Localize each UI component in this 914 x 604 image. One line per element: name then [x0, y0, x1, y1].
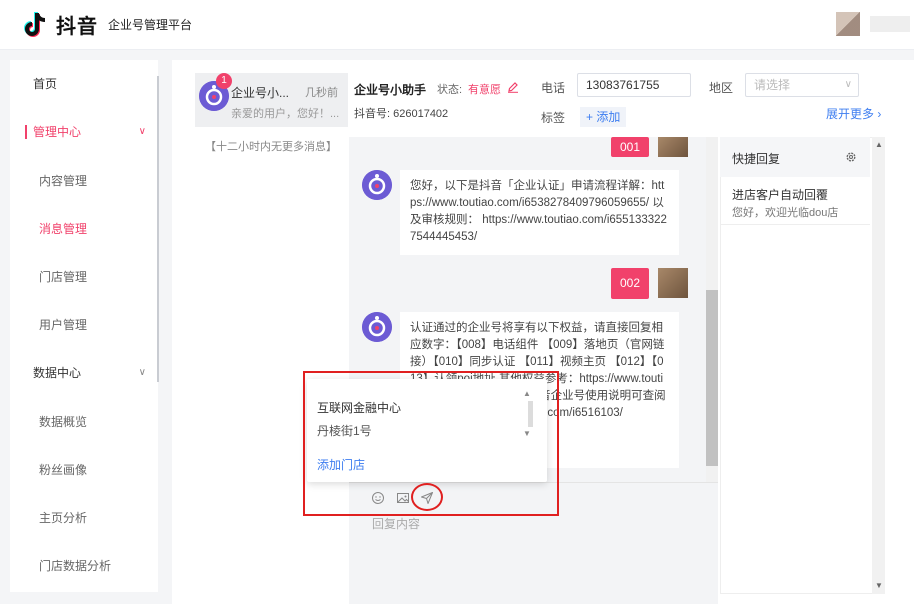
chat-scrollbar-thumb[interactable]: [706, 290, 718, 466]
scroll-down-icon[interactable]: ▼: [875, 581, 883, 590]
bot-avatar-icon: [362, 170, 392, 200]
chevron-down-icon: ∨: [138, 367, 146, 378]
no-more-messages: 【十二小时内无更多消息】: [205, 141, 337, 153]
annotation-highlight-circle: [411, 483, 443, 511]
sidebar-item-home[interactable]: 首页: [10, 72, 158, 96]
sidebar-item-label: 内容管理: [39, 174, 88, 188]
quick-reply-item-title[interactable]: 进店客户自动回覆: [732, 186, 828, 203]
sidebar-item-messages[interactable]: 消息管理: [10, 217, 158, 241]
expand-more-link[interactable]: 展开更多 ›: [826, 105, 881, 122]
contact-name: 企业号小助手: [354, 83, 427, 97]
sidebar-item-store-data[interactable]: 门店数据分析: [10, 554, 158, 578]
quick-reply-item-desc[interactable]: 您好，欢迎光临dou店: [732, 204, 838, 220]
conversation-time: 几秒前: [305, 87, 338, 99]
conversation-name: 企业号小...: [231, 86, 290, 100]
region-select[interactable]: 请选择 ∨: [745, 73, 859, 97]
expand-more-label: 展开更多: [826, 107, 875, 121]
sidebar-item-users[interactable]: 用户管理: [10, 313, 158, 337]
sidebar-item-label: 消息管理: [39, 222, 88, 236]
user-name-blurred[interactable]: [870, 16, 910, 32]
sidebar-item-label: 数据中心: [33, 366, 82, 380]
tag-label: 标签: [541, 111, 566, 125]
sidebar-item-data-overview[interactable]: 数据概览: [10, 410, 158, 434]
bot-message-bubble: 您好，以下是抖音「企业认证」申请流程详解：https://www.toutiao…: [400, 170, 679, 255]
active-indicator: [25, 125, 27, 139]
status-value: 有意愿: [468, 84, 501, 96]
unread-badge: 1: [216, 73, 232, 89]
scroll-up-icon[interactable]: ▲: [875, 140, 883, 149]
platform-subtitle: 企业号管理平台: [108, 18, 193, 32]
add-tag-button[interactable]: + 添加: [580, 107, 627, 127]
sidebar-item-content[interactable]: 内容管理: [10, 169, 158, 193]
douyin-logo-icon: [24, 11, 46, 37]
sidebar-item-label: 管理中心: [33, 125, 82, 139]
user-message-002: 002: [611, 268, 649, 299]
quick-reply-scrollbar[interactable]: [872, 137, 885, 594]
sidebar-group-management[interactable]: 管理中心 ∨: [10, 120, 158, 144]
user-avatar[interactable]: [836, 12, 860, 36]
divider: [720, 224, 870, 225]
sidebar-item-label: 门店管理: [39, 270, 88, 284]
user-avatar-thumb: [658, 268, 688, 298]
chevron-right-icon: ›: [874, 107, 882, 121]
sidebar: 首页 管理中心 ∨ 内容管理 消息管理 门店管理 用户管理 数据中心 ∨ 数据概…: [10, 60, 158, 592]
sidebar-item-label: 门店数据分析: [39, 559, 112, 573]
user-message-001: 001: [611, 137, 649, 157]
quick-reply-title: 快捷回复: [732, 152, 781, 166]
top-header: 抖音 企业号管理平台: [0, 0, 914, 50]
sidebar-item-label: 数据概览: [39, 415, 88, 429]
sidebar-group-data[interactable]: 数据中心 ∨: [10, 361, 158, 385]
phone-label: 电话: [541, 81, 566, 95]
conversation-item[interactable]: 1 企业号小... 几秒前 亲爱的用户，您好！...: [195, 73, 348, 127]
sidebar-item-fan-profile[interactable]: 粉丝画像: [10, 458, 158, 482]
conversation-preview: 亲爱的用户，您好！...: [231, 108, 340, 120]
sidebar-item-label: 首页: [33, 77, 58, 91]
region-placeholder: 请选择: [754, 78, 791, 92]
sidebar-item-label: 用户管理: [39, 318, 88, 332]
status-label: 状态:: [437, 84, 463, 96]
logo[interactable]: 抖音 企业号管理平台: [24, 10, 192, 39]
user-avatar-thumb: [658, 137, 688, 157]
gear-icon[interactable]: [845, 151, 857, 163]
sidebar-item-label: 主页分析: [39, 511, 88, 525]
region-label: 地区: [709, 81, 734, 95]
reply-placeholder: 回复内容: [372, 517, 421, 531]
sidebar-item-stores[interactable]: 门店管理: [10, 265, 158, 289]
chevron-down-icon: ∨: [138, 126, 146, 137]
edit-pen-icon[interactable]: [507, 81, 519, 93]
douyin-id: 抖音号: 626017402: [354, 108, 449, 120]
sidebar-item-label: 粉丝画像: [39, 463, 88, 477]
phone-input[interactable]: 13083761755: [577, 73, 691, 97]
bot-avatar-icon: [362, 312, 392, 342]
sidebar-item-homepage-analysis[interactable]: 主页分析: [10, 506, 158, 530]
brand-name: 抖音: [56, 16, 98, 38]
sidebar-scrollbar[interactable]: [157, 76, 159, 382]
chevron-down-icon: ∨: [844, 79, 852, 90]
